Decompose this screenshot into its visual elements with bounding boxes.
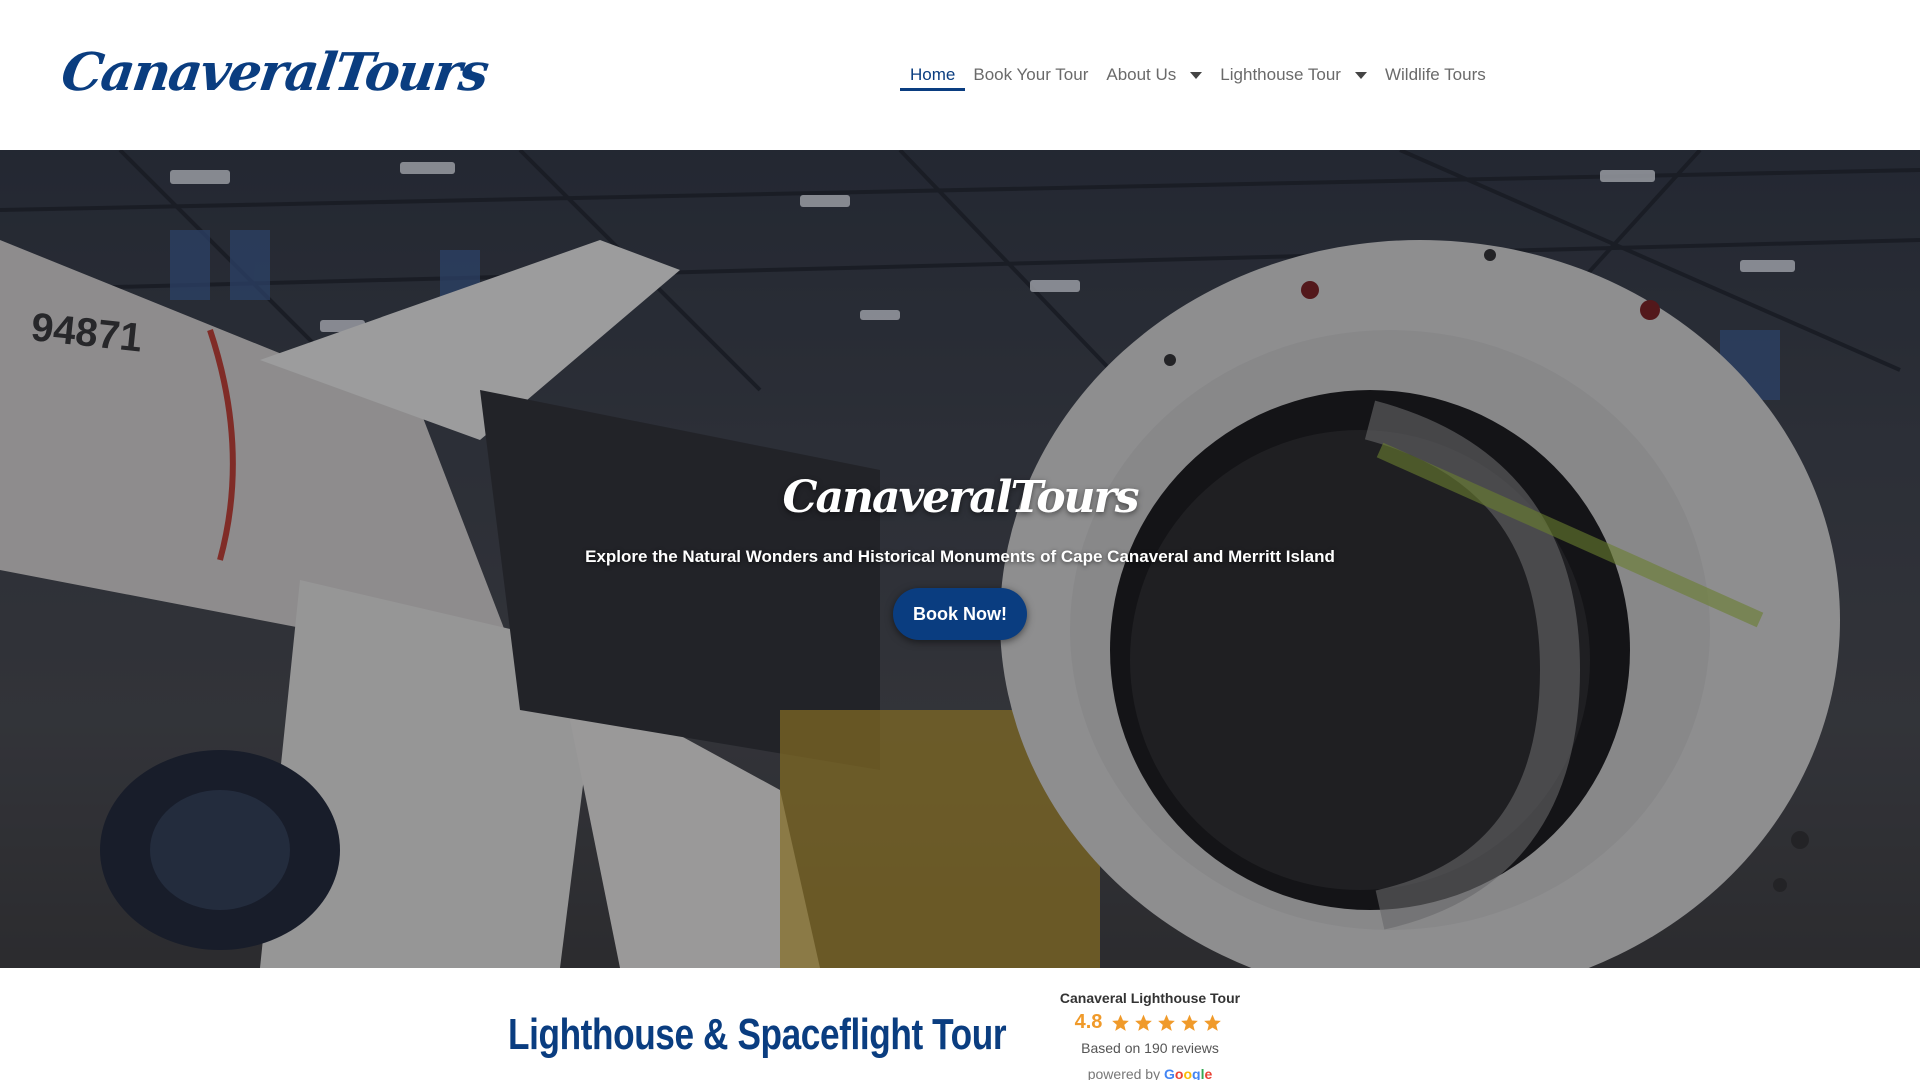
hero-subtitle: Explore the Natural Wonders and Historic… — [585, 547, 1335, 566]
nav-item-wildlife-tours[interactable]: Wildlife Tours — [1385, 63, 1486, 91]
review-rating-row: 4.8 — [1040, 1011, 1260, 1034]
google-review-widget[interactable]: Canaveral Lighthouse Tour 4.8 Based on 1… — [1040, 990, 1260, 1080]
site-header: CanaveralTours Home Book Your Tour About… — [0, 0, 1920, 150]
nav-item-home[interactable]: Home — [900, 63, 966, 91]
powered-by-label: powered by — [1087, 1066, 1161, 1080]
site-logo[interactable]: CanaveralTours — [58, 42, 491, 103]
section-title: Lighthouse & Spaceflight Tour — [508, 1010, 1007, 1059]
star-icon — [1135, 1014, 1153, 1031]
chevron-down-icon[interactable] — [1354, 71, 1367, 79]
hero-title: CanaveralTours — [782, 472, 1140, 523]
review-score: 4.8 — [1074, 1011, 1103, 1033]
review-business-name: Canaveral Lighthouse Tour — [1059, 990, 1241, 1006]
star-rating — [1110, 1013, 1225, 1033]
nav-item-label: Lighthouse Tour — [1220, 65, 1341, 84]
star-icon — [1112, 1014, 1130, 1031]
nav-item-label: Book Your Tour — [973, 65, 1089, 84]
star-icon — [1204, 1014, 1222, 1031]
review-count: Based on 190 reviews — [1081, 1040, 1219, 1056]
nav-item-about-us[interactable]: About Us — [1106, 63, 1203, 91]
star-icon — [1158, 1014, 1176, 1031]
google-logo: Google — [1164, 1066, 1213, 1080]
nav-item-label: Wildlife Tours — [1384, 65, 1486, 84]
book-now-button[interactable]: Book Now! — [893, 588, 1027, 640]
nav-item-label: About Us — [1106, 65, 1177, 84]
nav-item-book-your-tour[interactable]: Book Your Tour — [973, 63, 1088, 91]
star-icon — [1181, 1014, 1199, 1031]
main-nav: Home Book Your Tour About Us Lighthouse … — [900, 62, 1504, 92]
nav-item-label: Home — [910, 65, 956, 84]
chevron-down-icon[interactable] — [1190, 71, 1203, 79]
nav-item-lighthouse-tour[interactable]: Lighthouse Tour — [1220, 63, 1367, 91]
hero-banner: 94871 CanaveralTours Explore the Natural… — [0, 150, 1920, 968]
powered-by-google: powered by Google — [1040, 1066, 1260, 1080]
